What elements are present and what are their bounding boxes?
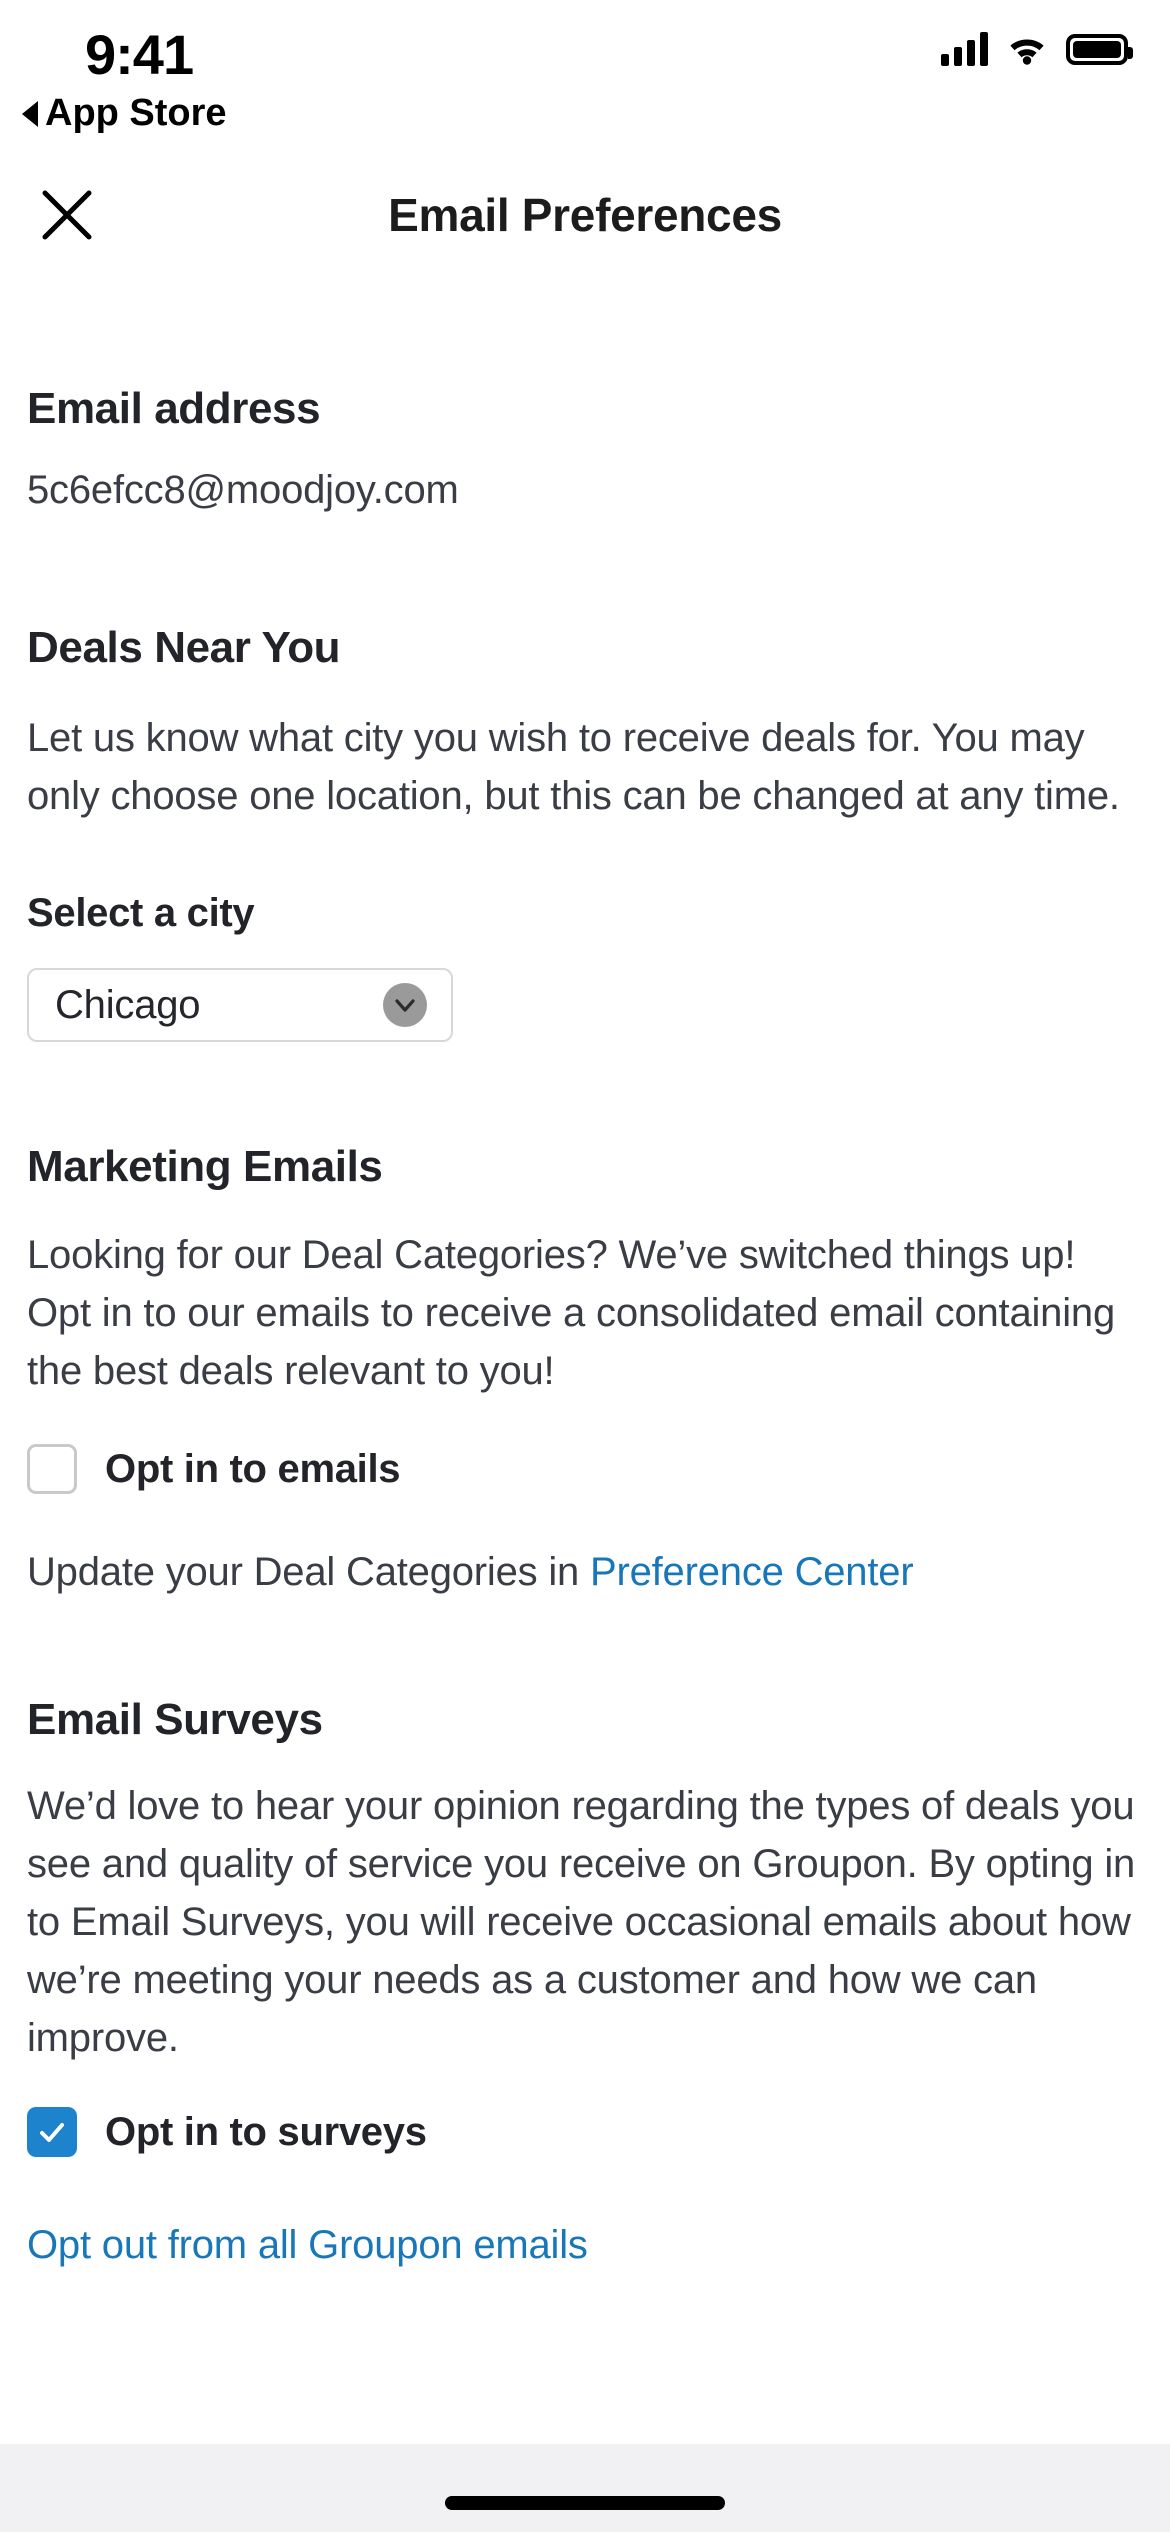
back-to-app-store-button[interactable]: App Store [22, 92, 227, 135]
back-label: App Store [45, 92, 227, 134]
opt-in-surveys-row[interactable]: Opt in to surveys [27, 2107, 1143, 2157]
opt-in-emails-label: Opt in to emails [105, 1446, 401, 1491]
marketing-emails-heading: Marketing Emails [27, 1142, 383, 1191]
opt-in-emails-row[interactable]: Opt in to emails [27, 1444, 1143, 1494]
email-surveys-heading: Email Surveys [27, 1695, 323, 1744]
select-a-city-label: Select a city [27, 891, 255, 935]
email-surveys-section: Email Surveys We’d love to hear your opi… [27, 1695, 1143, 2157]
status-bar-time: 9:41 [85, 23, 194, 86]
deals-near-you-description: Let us know what city you wish to receiv… [27, 716, 1120, 818]
email-address-value: 5c6efcc8@moodjoy.com [27, 468, 459, 512]
opt-in-emails-checkbox[interactable] [27, 1444, 77, 1494]
app-screen: 9:41 App Store Email Preferences Email a… [0, 0, 1170, 2532]
preference-center-prefix: Update your Deal Categories in [27, 1550, 590, 1594]
status-bar-indicators [941, 32, 1133, 66]
status-bar: 9:41 App Store [0, 0, 1170, 172]
page-title: Email Preferences [388, 189, 782, 241]
city-select-value: Chicago [55, 982, 201, 1027]
opt-in-surveys-label: Opt in to surveys [105, 2109, 427, 2154]
wifi-icon [1006, 33, 1048, 65]
battery-icon [1066, 33, 1133, 65]
home-indicator-area [0, 2444, 1170, 2532]
back-arrow-icon [22, 100, 38, 127]
preference-center-link[interactable]: Preference Center [590, 1550, 914, 1594]
checkmark-icon [40, 2123, 64, 2142]
deals-near-you-heading: Deals Near You [27, 623, 341, 672]
cellular-signal-icon [941, 32, 988, 66]
preference-center-line: Update your Deal Categories in Preferenc… [27, 1550, 1143, 1595]
email-surveys-description: We’d love to hear your opinion regarding… [27, 1784, 1136, 2060]
navigation-bar: Email Preferences [0, 172, 1170, 292]
marketing-emails-description: Looking for our Deal Categories? We’ve s… [27, 1233, 1116, 1393]
opt-out-all-emails-link[interactable]: Opt out from all Groupon emails [27, 2223, 1143, 2268]
chevron-down-icon [383, 983, 427, 1027]
content-area: Email address 5c6efcc8@moodjoy.com Deals… [0, 384, 1170, 2268]
email-address-heading: Email address [27, 384, 321, 433]
home-indicator[interactable] [445, 2496, 725, 2510]
marketing-emails-section: Marketing Emails Looking for our Deal Ca… [27, 1142, 1143, 1595]
deals-near-you-section: Deals Near You Let us know what city you… [27, 623, 1143, 1042]
opt-in-surveys-checkbox[interactable] [27, 2107, 77, 2157]
email-address-section: Email address 5c6efcc8@moodjoy.com [27, 384, 1143, 513]
city-select[interactable]: Chicago [27, 968, 453, 1042]
